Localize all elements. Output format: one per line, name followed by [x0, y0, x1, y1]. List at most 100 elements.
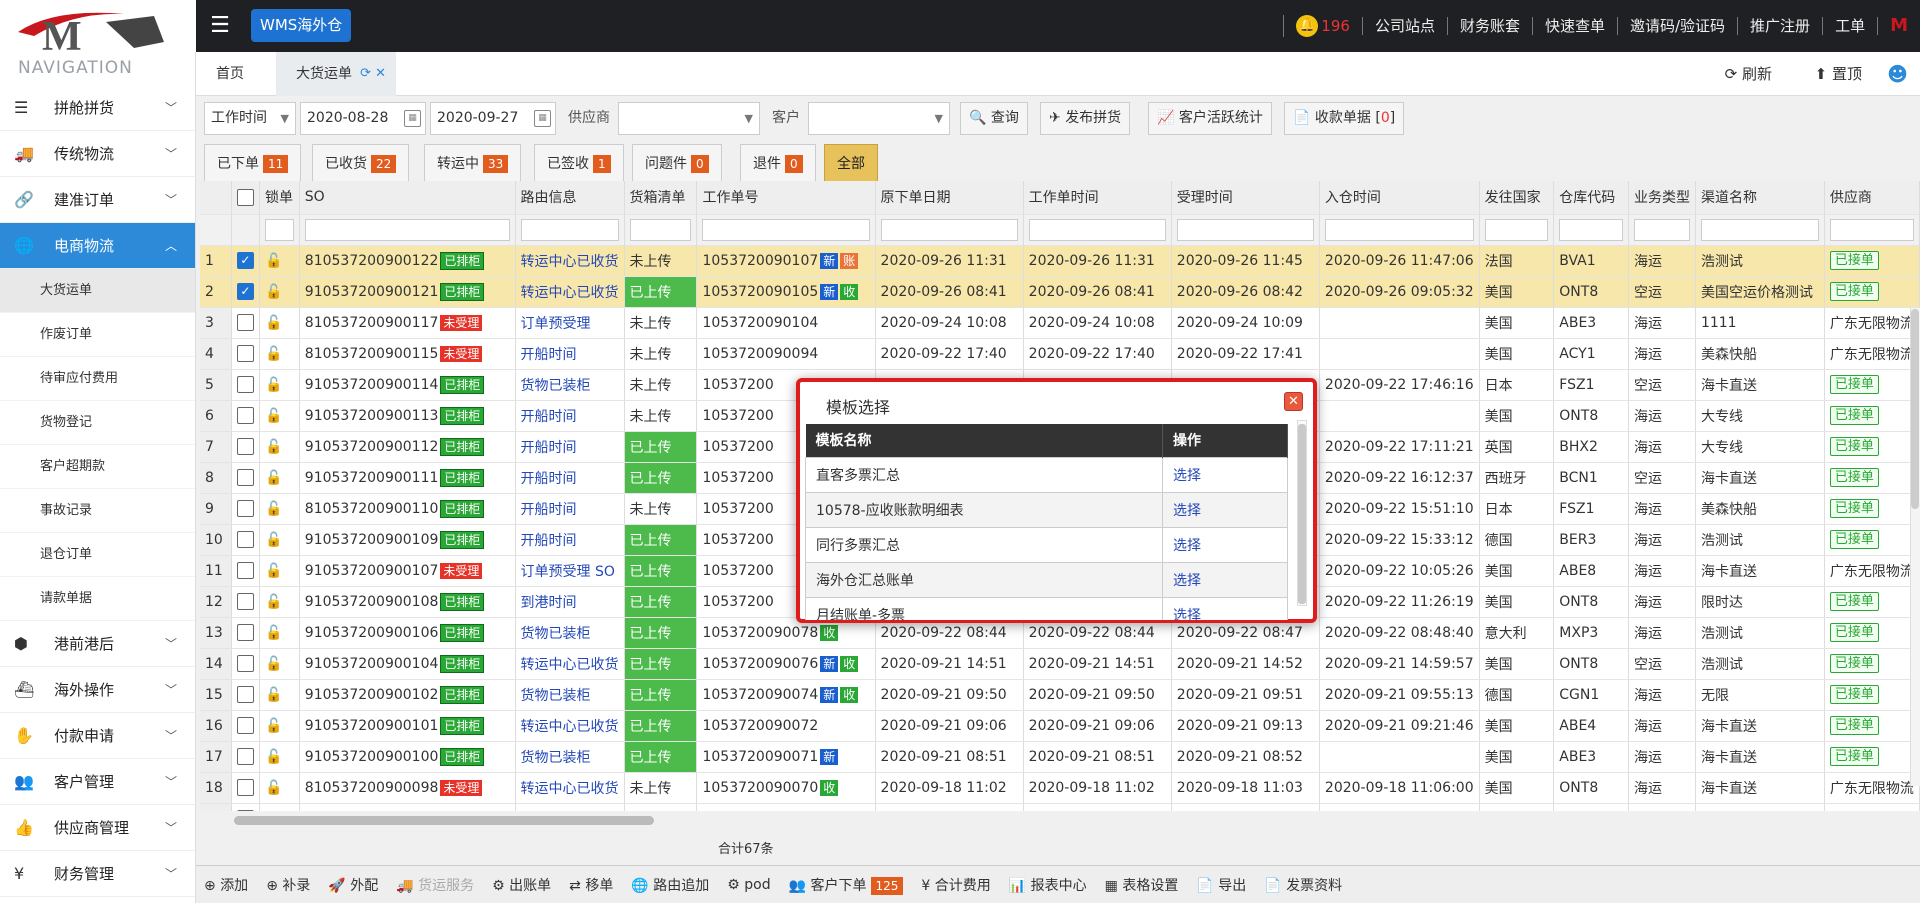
- col-accept-time[interactable]: 受理时间: [1171, 181, 1320, 215]
- unlock-icon[interactable]: 🔓: [265, 594, 282, 610]
- sidebar-item-payment[interactable]: ✋ 付款申请 ﹀: [0, 713, 195, 759]
- unlock-icon[interactable]: 🔓: [265, 687, 282, 703]
- supplier-cell[interactable]: 已接单: [1824, 586, 1920, 618]
- query-button[interactable]: 🔍 查询: [960, 102, 1028, 135]
- sidebar-subitem-overdue[interactable]: 客户超期款: [0, 445, 195, 489]
- lock-cell[interactable]: 🔓: [259, 338, 300, 370]
- select-template-link[interactable]: 选择: [1162, 596, 1288, 620]
- box-list-cell[interactable]: 已上传: [624, 710, 698, 742]
- col-warehouse[interactable]: 仓库代码: [1553, 181, 1629, 215]
- box-list-cell[interactable]: 已上传: [624, 462, 698, 494]
- supplier-cell[interactable]: 已接单: [1824, 462, 1920, 494]
- select-template-link[interactable]: 选择: [1162, 456, 1288, 493]
- select-template-link[interactable]: 选择: [1162, 561, 1288, 598]
- tab-cargo-waybill[interactable]: 大货运单 ⟳ ✕: [276, 52, 396, 96]
- row-checkbox[interactable]: [231, 369, 260, 401]
- footer-gear-button-7[interactable]: ⚙ pod: [727, 877, 770, 893]
- so-cell[interactable]: 910537200900111 已排柜: [299, 462, 516, 494]
- row-checkbox[interactable]: [231, 400, 260, 432]
- lock-cell[interactable]: 🔓: [259, 369, 300, 401]
- table-row[interactable]: 3 🔓 810537200900117 未受理 订单预受理 未上传 105372009010…: [200, 307, 1920, 339]
- unlock-icon[interactable]: 🔓: [265, 346, 282, 362]
- col-channel[interactable]: 渠道名称: [1695, 181, 1825, 215]
- box-list-cell[interactable]: 已上传: [624, 586, 698, 618]
- supplier-cell[interactable]: 广东无限物流: [1824, 307, 1920, 339]
- supplier-cell[interactable]: 已接单: [1824, 400, 1920, 432]
- so-cell[interactable]: 910537200900101 已排柜: [299, 710, 516, 742]
- unlock-icon[interactable]: 🔓: [265, 315, 282, 331]
- route-cell[interactable]: 转运中心已收货: [515, 276, 625, 308]
- box-list-cell[interactable]: 未上传: [624, 400, 698, 432]
- footer-truck-button-3[interactable]: 🚚 货运服务: [396, 875, 474, 895]
- lock-cell[interactable]: 🔓: [259, 307, 300, 339]
- unlock-icon[interactable]: 🔓: [265, 284, 282, 300]
- row-checkbox[interactable]: [231, 493, 260, 525]
- route-cell[interactable]: 转运中心已收货: [515, 245, 625, 277]
- so-cell[interactable]: 810537200900115 未受理: [299, 338, 516, 370]
- unlock-icon[interactable]: 🔓: [265, 253, 282, 269]
- so-cell[interactable]: 910537200900100 已排柜: [299, 741, 516, 773]
- supplier-cell[interactable]: 广东无限物流: [1824, 772, 1920, 804]
- box-list-cell[interactable]: 未上传: [624, 245, 698, 277]
- filter-input[interactable]: [702, 218, 870, 241]
- box-list-cell[interactable]: 未上传: [624, 772, 698, 804]
- so-cell[interactable]: 910537200900106 已排柜: [299, 617, 516, 649]
- unlock-icon[interactable]: 🔓: [265, 656, 282, 672]
- sidebar-item-suppliers[interactable]: 👍 供应商管理 ﹀: [0, 805, 195, 851]
- supplier-cell[interactable]: 已接单: [1824, 431, 1920, 463]
- box-list-cell[interactable]: 未上传: [624, 307, 698, 339]
- topnav-company-site[interactable]: 公司站点: [1361, 17, 1447, 35]
- supplier-cell[interactable]: 已接单: [1824, 245, 1920, 277]
- row-checkbox[interactable]: [231, 617, 260, 649]
- supplier-cell[interactable]: 广东无限物流: [1824, 555, 1920, 587]
- work-no-cell[interactable]: 1053720090072: [696, 710, 876, 742]
- tab-home[interactable]: 首页: [196, 52, 264, 96]
- route-cell[interactable]: 转运中心已收货: [515, 648, 625, 680]
- work-no-cell[interactable]: 1053720090076 新收: [696, 648, 876, 680]
- lock-cell[interactable]: 🔓: [259, 431, 300, 463]
- row-checkbox[interactable]: ✓: [231, 276, 260, 308]
- box-list-cell[interactable]: 未上传: [624, 369, 698, 401]
- box-list-cell[interactable]: [624, 803, 698, 811]
- unlock-icon[interactable]: 🔓: [265, 470, 282, 486]
- box-list-cell[interactable]: 已上传: [624, 555, 698, 587]
- filter-input[interactable]: [880, 218, 1018, 241]
- lock-cell[interactable]: 🔓: [259, 648, 300, 680]
- box-list-cell[interactable]: 已上传: [624, 617, 698, 649]
- so-cell[interactable]: 910537200900114 已排柜: [299, 369, 516, 401]
- lock-cell[interactable]: 🔓: [259, 710, 300, 742]
- row-checkbox[interactable]: [231, 772, 260, 804]
- lock-cell[interactable]: 🔓: [259, 276, 300, 308]
- supplier-cell[interactable]: 广东无限物流: [1824, 338, 1920, 370]
- so-cell[interactable]: 910537200900107 未受理: [299, 555, 516, 587]
- lock-cell[interactable]: 🔓: [259, 617, 300, 649]
- col-so[interactable]: SO: [299, 181, 516, 215]
- status-in-transit[interactable]: 转运中 33: [424, 144, 522, 184]
- lock-cell[interactable]: 🔓: [259, 524, 300, 556]
- wms-brand-tag[interactable]: WMS海外仓: [251, 9, 352, 42]
- work-no-cell[interactable]: 1053720090105 新收: [696, 276, 876, 308]
- status-all[interactable]: 全部: [824, 144, 878, 184]
- table-row[interactable]: 18 🔓 810537200900098 未受理 转运中心已收货 未上传 105372009…: [200, 772, 1920, 804]
- route-cell[interactable]: 开船时间: [515, 462, 625, 494]
- status-signed[interactable]: 已签收 1: [534, 144, 624, 184]
- work-no-cell[interactable]: 1053720090094: [696, 338, 876, 370]
- box-list-cell[interactable]: 已上传: [624, 524, 698, 556]
- supplier-cell[interactable]: 已接单: [1824, 741, 1920, 773]
- footer-plus-circle-button-0[interactable]: ⊕ 添加: [204, 875, 248, 895]
- table-row[interactable]: 2 ✓ 🔓 910537200900121 已排柜 转运中心已收货 已上传 105372009…: [200, 276, 1920, 308]
- so-cell[interactable]: 910537200900102 已排柜: [299, 679, 516, 711]
- select-template-link[interactable]: 选择: [1162, 526, 1288, 563]
- topnav-invite-code[interactable]: 邀请码/验证码: [1616, 17, 1737, 35]
- route-cell[interactable]: [515, 803, 625, 811]
- lock-cell[interactable]: 🔓: [259, 400, 300, 432]
- row-checkbox[interactable]: [231, 431, 260, 463]
- supplier-cell[interactable]: 已接单: [1824, 369, 1920, 401]
- supplier-cell[interactable]: 已接单: [1824, 679, 1920, 711]
- sidebar-item-orders[interactable]: 🔗 建准订单 ﹀: [0, 177, 195, 223]
- sidebar-subitem-cargo[interactable]: 大货运单: [0, 269, 195, 313]
- customer-stats-button[interactable]: 📈 客户活跃统计: [1148, 102, 1272, 135]
- unlock-icon[interactable]: 🔓: [265, 439, 282, 455]
- sidebar-item-finance[interactable]: ¥ 财务管理 ﹀: [0, 851, 195, 897]
- route-cell[interactable]: 到港时间: [515, 586, 625, 618]
